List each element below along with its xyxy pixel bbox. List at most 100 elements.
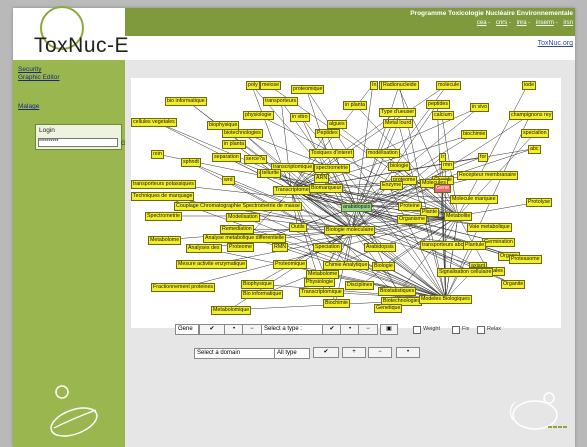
graph-node[interactable]: Metabolomique (211, 306, 252, 315)
graph-node[interactable]: champignons rey (509, 111, 554, 120)
check-button[interactable]: ✔ (199, 324, 225, 335)
graph-node[interactable]: in planta (222, 140, 247, 149)
graph-node[interactable]: Biologie (372, 262, 395, 271)
dot-button[interactable]: • (224, 324, 244, 335)
check-button-2[interactable]: ✔ (322, 324, 342, 335)
graph-node[interactable]: serce?a (244, 155, 267, 164)
relax-checkbox[interactable] (477, 326, 485, 334)
graph-node[interactable]: Toxiques d'interet (309, 149, 355, 158)
graph-node[interactable]: Type d'ueuser (379, 108, 417, 117)
graph-node[interactable]: in planta (343, 101, 368, 110)
graph-node[interactable]: Metabolite (444, 212, 473, 221)
graph-node[interactable]: physiologie (243, 111, 274, 120)
gene-input[interactable]: Gene (175, 324, 199, 335)
graph-node[interactable]: in vitro (290, 113, 310, 122)
graph-node[interactable]: in vivo (470, 103, 490, 112)
graph-node[interactable]: Enzyme (380, 181, 404, 190)
graph-node[interactable]: modélisation (366, 149, 400, 158)
graph-node[interactable]: Remediation (220, 225, 254, 234)
graph-node[interactable]: Transcriptome (273, 186, 311, 195)
graph-node[interactable]: Proteasome (509, 255, 542, 264)
all-type-select[interactable]: All type (274, 348, 310, 359)
minus-button-3[interactable]: − (368, 347, 392, 358)
graph-node[interactable]: In (370, 81, 379, 90)
graph-node[interactable]: Voie metabolique (467, 223, 512, 232)
graph-node[interactable]: biologie (388, 162, 411, 171)
graph-node[interactable]: spectrometrie (314, 164, 351, 173)
graph-node[interactable]: molecule (436, 81, 462, 90)
graph-node[interactable]: ARN (314, 174, 330, 183)
graph-node[interactable]: Physiologie (304, 278, 336, 287)
graph-node[interactable]: Protolyse (526, 198, 553, 207)
graph-node[interactable]: Gene (434, 184, 451, 193)
graph-node[interactable]: Mesure activite enzymatique (176, 260, 248, 269)
graph-node[interactable]: Chimie Analytique (323, 261, 370, 270)
graph-node[interactable]: biotechnologies (222, 129, 263, 138)
link-cnrs[interactable]: cnrs (496, 20, 507, 26)
sidebar-item-security[interactable]: Security (18, 66, 41, 73)
graph-node[interactable]: biochimie (461, 130, 488, 139)
graph-node[interactable]: transporteurs (263, 97, 299, 106)
graph-node[interactable]: Analyse metabolique differentielle (203, 234, 287, 243)
minus-button[interactable]: − (242, 324, 262, 335)
link-irsn[interactable]: irsn (563, 20, 573, 26)
graph-node[interactable]: for (478, 153, 489, 162)
graph-node[interactable]: Arabidopsis (364, 243, 396, 252)
graph-node[interactable]: Modelisation (226, 213, 260, 222)
graph-node[interactable]: Peptides (315, 129, 340, 138)
graph-node[interactable]: rein (151, 150, 164, 159)
graph-node[interactable]: Molecule marquee (450, 195, 498, 204)
graph-node[interactable]: Organisme (397, 215, 427, 224)
graph-node[interactable]: transporteurs abc (420, 241, 466, 250)
graph-node[interactable]: Disciplines (345, 281, 375, 290)
graph-node[interactable]: Metal lourd (383, 119, 414, 128)
graph-node[interactable]: RMN (272, 243, 289, 252)
graph-node[interactable]: Techniques de marquage (131, 192, 195, 201)
type-select[interactable]: Select a type : (261, 324, 325, 335)
graph-node[interactable]: calcium (432, 111, 454, 120)
graph-node[interactable]: Couplage Chromatographie Spectrometrie d… (174, 202, 302, 211)
apply-check-button[interactable]: ✔ (313, 347, 339, 358)
graph-node[interactable]: abc (528, 145, 541, 154)
graph-node[interactable]: Recepteur membranaire (457, 171, 519, 180)
graph-node[interactable]: Genetique (374, 304, 403, 313)
graph-node[interactable]: sphndt (181, 158, 201, 167)
plus-button[interactable]: + (342, 347, 366, 358)
graph-node[interactable]: wrd (222, 176, 235, 185)
graph-node[interactable]: algues (327, 120, 347, 129)
graph-node[interactable]: Biologie moleculaire (324, 226, 376, 235)
toxnuc-link[interactable]: ToxNuc.org (538, 40, 573, 47)
dot-button-2[interactable]: • (340, 324, 360, 335)
graph-node[interactable]: Plantule (463, 241, 487, 250)
graph-node[interactable]: Biostatistiques (378, 287, 417, 296)
graph-node[interactable]: arabidopsis (341, 203, 373, 212)
graph-node[interactable]: Metabolome (148, 236, 182, 245)
link-cea[interactable]: cea (477, 20, 487, 26)
fix-checkbox[interactable] (452, 326, 460, 334)
graph-node[interactable]: poly (246, 81, 260, 90)
sidebar-item-malage[interactable]: Malage (18, 103, 39, 110)
password-field[interactable]: ********** (38, 138, 118, 147)
graph-node[interactable]: transporteurs potassiques (131, 180, 196, 189)
weight-checkbox[interactable] (413, 326, 421, 334)
domain-select[interactable]: Select a domain (194, 348, 275, 359)
graph-node[interactable]: Proteome (227, 243, 254, 252)
link-inserm[interactable]: inserm (536, 20, 554, 26)
graph-node[interactable]: proteomique (291, 85, 325, 94)
minus-button-2[interactable]: − (358, 324, 378, 335)
graph-node[interactable]: Biomarqueur (309, 184, 344, 193)
graph-node[interactable]: meiose (260, 81, 282, 90)
graph-node[interactable]: Proteomique (273, 260, 308, 269)
graph-node[interactable]: Radionucleide (381, 81, 419, 90)
graph-node[interactable]: Germination (482, 238, 515, 247)
graph-node[interactable]: Modeles Biologiques (419, 295, 472, 304)
graph-node[interactable]: Biophysique (241, 280, 274, 289)
graph-node[interactable]: tellurite (260, 169, 282, 178)
link-inra[interactable]: inra (517, 20, 527, 26)
graph-node[interactable]: bio informatique (165, 97, 207, 106)
dot-button-3[interactable]: • (396, 347, 420, 358)
graph-node[interactable]: peptides (426, 100, 451, 109)
graph-node[interactable]: Analyses des (186, 244, 222, 253)
graph-node[interactable]: Fractionnement proteines (151, 283, 216, 292)
graph-node[interactable]: Outils (289, 223, 307, 232)
